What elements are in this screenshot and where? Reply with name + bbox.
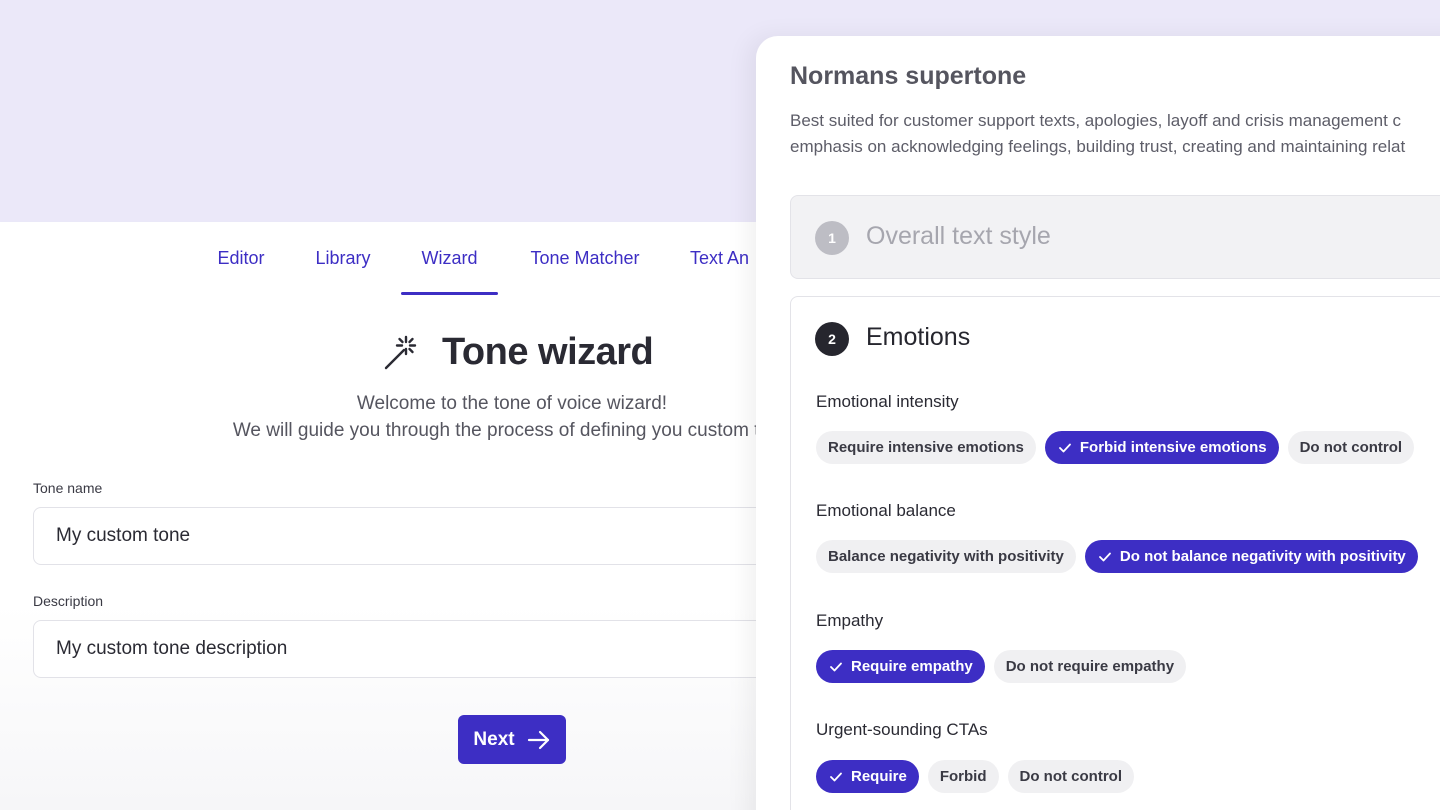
tab-wizard[interactable]: Wizard <box>401 222 498 295</box>
chip-label: Forbid <box>939 768 987 785</box>
tab-library[interactable]: Library <box>298 222 388 295</box>
chip-group-emotional-intensity: Require intensive emotions Forbid intens… <box>816 431 1415 464</box>
chip-label: Require <box>851 768 907 785</box>
tab-text-analyzer[interactable]: Text An <box>676 222 756 295</box>
tab-editor[interactable]: Editor <box>201 222 281 295</box>
chip-require-empathy[interactable]: Require empathy <box>816 650 985 683</box>
panel-description-line: Best suited for customer support texts, … <box>790 111 1402 130</box>
chip-do-not-require-empathy[interactable]: Do not require empathy <box>993 650 1187 683</box>
step-number-badge: 2 <box>815 322 849 356</box>
chip-label: Require empathy <box>851 658 973 675</box>
panel-description-line: emphasis on acknowledging feelings, buil… <box>790 137 1406 156</box>
arrow-right-icon <box>527 730 549 749</box>
wizard-header: Tone wizard <box>382 327 654 377</box>
chip-label: Do not control <box>1299 439 1403 456</box>
tab-tone-matcher[interactable]: Tone Matcher <box>512 222 658 295</box>
next-button[interactable]: Next <box>458 715 566 764</box>
panel-title: Normans supertone <box>790 62 1027 90</box>
chip-group-urgent-ctas: Require Forbid Do not control <box>816 760 1134 793</box>
check-icon <box>1099 552 1111 561</box>
step-title: Overall text style <box>866 222 1051 250</box>
chip-label: Forbid intensive emotions <box>1079 439 1267 456</box>
tone-name-value: My custom tone <box>56 525 191 546</box>
step-title[interactable]: Emotions <box>866 323 970 352</box>
option-group-label: Emotional intensity <box>816 392 959 411</box>
description-input[interactable]: My custom tone description <box>33 620 793 678</box>
chip-do-not-control[interactable]: Do not control <box>1007 760 1134 793</box>
chip-label: Do not control <box>1019 768 1122 785</box>
option-group-label: Urgent-sounding CTAs <box>816 720 988 739</box>
magic-wand-icon <box>384 335 417 370</box>
page-title: Tone wizard <box>442 330 654 373</box>
step-number-badge: 1 <box>815 221 849 255</box>
tone-name-input[interactable]: My custom tone <box>33 507 793 565</box>
chip-forbid[interactable]: Forbid <box>927 760 999 793</box>
chip-group-emotional-balance: Balance negativity with positivity Do no… <box>816 540 1418 573</box>
chip-require[interactable]: Require <box>816 760 919 793</box>
chip-balance-negativity[interactable]: Balance negativity with positivity <box>816 540 1076 573</box>
chip-require-intensive-emotions[interactable]: Require intensive emotions <box>816 431 1036 464</box>
chip-forbid-intensive-emotions[interactable]: Forbid intensive emotions <box>1044 431 1279 464</box>
top-nav: Editor Library Wizard Tone Matcher Text … <box>0 222 760 295</box>
description-value: My custom tone description <box>56 638 288 659</box>
check-icon <box>830 662 842 671</box>
chip-group-empathy: Require empathy Do not require empathy <box>816 650 1187 683</box>
chip-label: Require intensive emotions <box>828 439 1024 456</box>
check-icon <box>830 772 842 781</box>
chip-do-not-control[interactable]: Do not control <box>1287 431 1415 464</box>
panel-description: Best suited for customer support texts, … <box>790 108 1405 160</box>
option-group-label: Emotional balance <box>816 501 956 520</box>
chip-do-not-balance-negativity[interactable]: Do not balance negativity with positivit… <box>1084 540 1418 573</box>
option-group-label: Empathy <box>816 611 884 630</box>
chip-label: Do not balance negativity with positivit… <box>1119 548 1406 565</box>
chip-label: Balance negativity with positivity <box>828 548 1064 565</box>
check-icon <box>1058 443 1071 452</box>
tone-name-label: Tone name <box>33 480 103 496</box>
next-button-label: Next <box>473 728 515 750</box>
description-label: Description <box>33 593 104 609</box>
chip-label: Do not require empathy <box>1005 658 1175 675</box>
